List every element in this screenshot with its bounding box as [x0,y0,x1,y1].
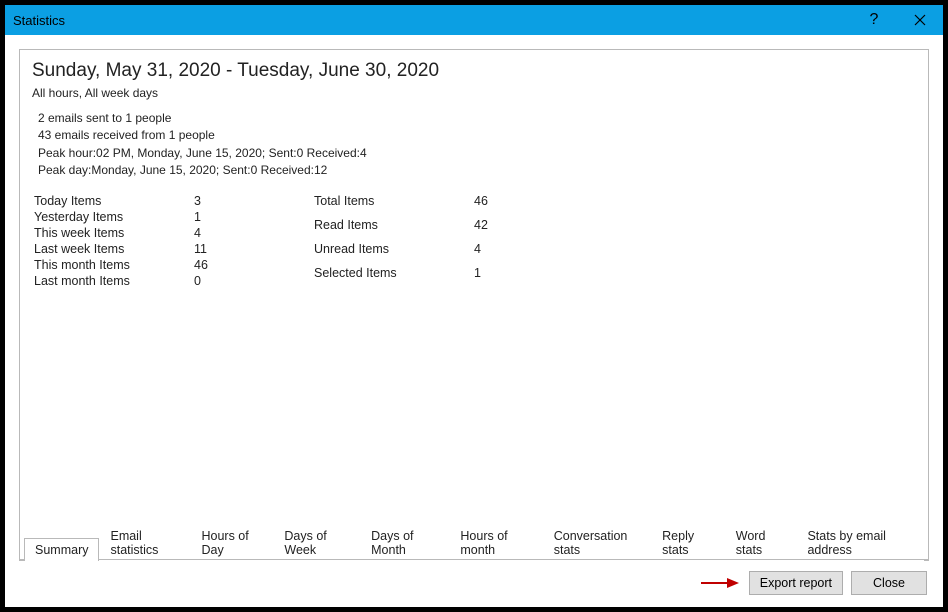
stat-label: Selected Items [314,266,474,288]
stat-value: 1 [474,266,514,288]
tab-hours-of-day[interactable]: Hours of Day [190,524,273,561]
summary-info: 2 emails sent to 1 people 43 emails rece… [38,110,916,180]
summary-panel: Sunday, May 31, 2020 - Tuesday, June 30,… [19,49,929,561]
stat-value: 11 [194,242,234,256]
titlebar: Statistics ? [5,5,943,35]
stat-value: 3 [194,194,234,208]
help-button[interactable]: ? [851,5,897,35]
tab-stats-by-email-address[interactable]: Stats by email address [796,524,924,561]
tab-summary[interactable]: Summary [24,538,99,561]
export-report-button[interactable]: Export report [749,571,843,595]
stat-value: 42 [474,218,514,240]
stat-label: Last month Items [34,274,194,288]
statistics-window: Statistics ? Sunday, May 31, 2020 - Tues… [4,4,944,608]
close-icon [914,14,926,26]
stat-label: Last week Items [34,242,194,256]
stat-label: Yesterday Items [34,210,194,224]
filter-subheading: All hours, All week days [32,86,916,100]
footer: Export report Close [19,561,929,597]
tab-word-stats[interactable]: Word stats [725,524,797,561]
stat-label: Read Items [314,218,474,240]
tab-hours-of-month[interactable]: Hours of month [449,524,542,561]
stat-value: 4 [474,242,514,264]
stat-label: This week Items [34,226,194,240]
info-peak-day: Peak day:Monday, June 15, 2020; Sent:0 R… [38,162,916,179]
stat-label: Total Items [314,194,474,216]
tab-conversation-stats[interactable]: Conversation stats [543,524,651,561]
info-sent: 2 emails sent to 1 people [38,110,916,127]
stats-col-left: Today Items3 Yesterday Items1 This week … [34,194,234,288]
stat-value: 0 [194,274,234,288]
stats-grid: Today Items3 Yesterday Items1 This week … [34,194,916,288]
stat-value: 4 [194,226,234,240]
tab-days-of-month[interactable]: Days of Month [360,524,449,561]
stat-label: This month Items [34,258,194,272]
date-range-heading: Sunday, May 31, 2020 - Tuesday, June 30,… [32,60,916,82]
tabstrip: Summary Email statistics Hours of Day Da… [20,534,928,560]
stat-value: 46 [194,258,234,272]
stat-label: Unread Items [314,242,474,264]
annotation-arrow-icon [699,575,739,591]
stats-col-right: Total Items46 Read Items42 Unread Items4… [314,194,514,288]
info-peak-hour: Peak hour:02 PM, Monday, June 15, 2020; … [38,145,916,162]
tab-days-of-week[interactable]: Days of Week [273,524,360,561]
close-button[interactable]: Close [851,571,927,595]
window-title: Statistics [13,13,851,28]
stat-value: 1 [194,210,234,224]
tab-reply-stats[interactable]: Reply stats [651,524,725,561]
stat-label: Today Items [34,194,194,208]
stat-value: 46 [474,194,514,216]
info-received: 43 emails received from 1 people [38,127,916,144]
content-area: Sunday, May 31, 2020 - Tuesday, June 30,… [5,35,943,607]
close-window-button[interactable] [897,5,943,35]
tab-email-statistics[interactable]: Email statistics [99,524,190,561]
